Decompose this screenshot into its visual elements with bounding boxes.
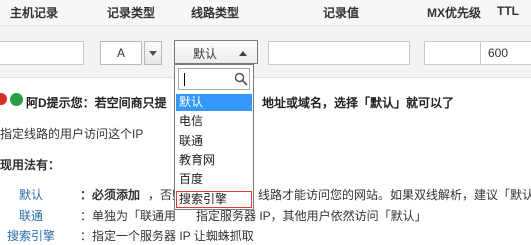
header-record-value: 记录值	[323, 6, 360, 20]
dropdown-search-input[interactable]	[178, 68, 250, 90]
usage-unicom-text-a: ：单独为「联通用	[80, 209, 177, 223]
notice-text-left: 阿D提示您：若空间商只提	[26, 96, 167, 110]
header-mx-priority: MX优先级	[427, 6, 482, 20]
header-line-type: 线路类型	[191, 6, 240, 20]
record-value-input[interactable]	[268, 41, 410, 65]
dropdown-option[interactable]: 电信	[176, 113, 252, 130]
line-type-select[interactable]: 默认	[174, 40, 258, 64]
dropdown-option[interactable]: 联通	[176, 133, 252, 150]
header-ttl: TTL	[497, 4, 519, 18]
header-host-record: 主机记录	[10, 6, 59, 20]
record-type-value: A	[116, 46, 125, 60]
usage-label-search-engine[interactable]: 搜索引擎	[7, 227, 55, 244]
usage-search-engine-text-a: ：指定一个服务器 IP 让蜘蛛抓取	[80, 229, 254, 243]
line-type-dropdown: 默认电信联通教育网百度搜索引擎	[174, 64, 254, 210]
record-edit-row: A 600	[0, 26, 531, 78]
line-type-value: 默认	[193, 47, 218, 61]
notice-marker	[0, 93, 7, 105]
dropdown-option[interactable]: 教育网	[176, 152, 252, 169]
usage-label-default[interactable]: 默认	[19, 186, 43, 203]
chevron-down-icon	[149, 51, 157, 56]
ttl-input[interactable]: 600	[480, 41, 531, 65]
records-table-header: 主机记录 记录类型 线路类型 记录值 MX优先级 TTL	[0, 0, 531, 26]
dropdown-option[interactable]: 百度	[176, 171, 252, 188]
usage-label-unicom[interactable]: 联通	[19, 207, 43, 224]
help-line-1: 指定线路的用户访问这个IP	[0, 127, 144, 141]
usage-default-text-c: 线路才能访问您的网站。如果双线解析，建议「默认」	[258, 188, 531, 202]
header-record-type: 记录类型	[107, 6, 156, 20]
dropdown-option[interactable]: 搜索引擎	[176, 190, 252, 208]
help-usage-heading: 现用法有：	[0, 158, 61, 172]
text-caret	[184, 73, 185, 86]
record-type-dropdown-button[interactable]	[144, 41, 162, 65]
mx-priority-input[interactable]	[424, 41, 484, 65]
notice-text-right: 地址或域名，选择「默认」就可以了	[262, 96, 455, 110]
search-icon	[234, 72, 248, 86]
ttl-value: 600	[488, 46, 509, 60]
record-type-select[interactable]: A	[100, 41, 142, 65]
chevron-up-icon	[239, 51, 247, 56]
host-record-input[interactable]	[0, 41, 84, 65]
info-icon	[10, 93, 23, 106]
dropdown-option[interactable]: 默认	[176, 94, 252, 111]
usage-default-text-a: ：必须添加	[80, 188, 141, 202]
